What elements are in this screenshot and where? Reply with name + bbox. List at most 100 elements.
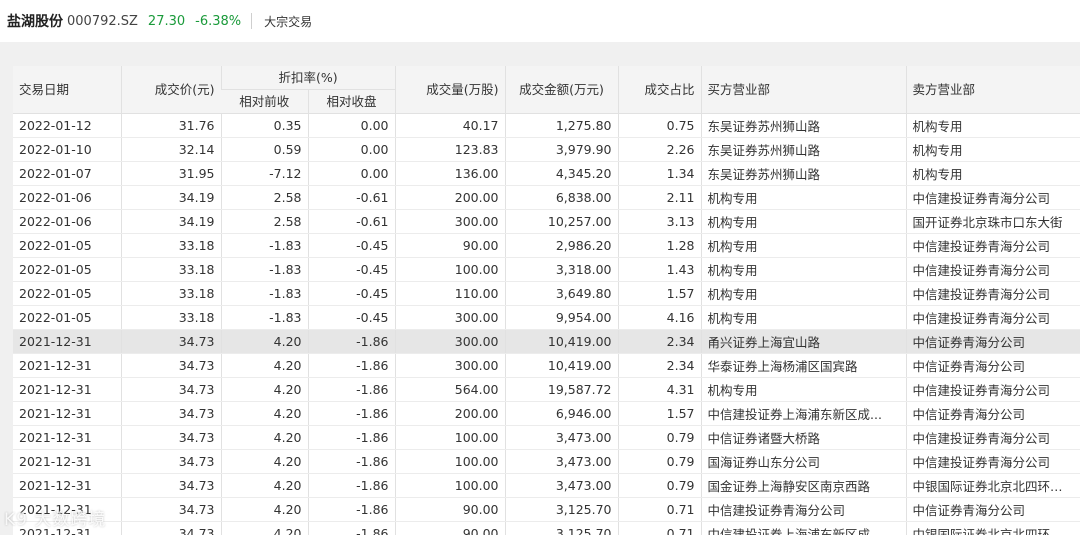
- cell-disc-prev: 4.20: [220, 353, 308, 378]
- cell-price: 34.73: [120, 401, 221, 426]
- table-row[interactable]: 2022-01-05 33.18 -1.83 -0.45 110.00 3,649.80 1…: [13, 281, 1080, 306]
- col-header-amount[interactable]: 成交金额(万元): [504, 66, 619, 114]
- cell-disc-prev: 4.20: [220, 329, 308, 354]
- cell-seller: 中银国际证券北京北四环西路: [905, 521, 1080, 535]
- table-row[interactable]: 2022-01-10 32.14 0.59 0.00 123.83 3,979.90 2.2…: [13, 137, 1080, 162]
- cell-price: 34.19: [120, 209, 221, 234]
- cell-price: 33.18: [120, 305, 221, 330]
- table-row[interactable]: 2021-12-31 34.73 4.20 -1.86 90.00 3,125.70 0.7…: [13, 521, 1080, 535]
- cell-disc-close: -1.86: [307, 497, 396, 522]
- cell-seller: 中银国际证券北京北四环西路: [905, 473, 1080, 498]
- watermark-logo: K9 大数跨境: [4, 510, 107, 530]
- cell-amount: 19,587.72: [504, 377, 619, 402]
- cell-buyer: 中信建投证券上海浦东新区成...: [700, 521, 907, 535]
- table-row[interactable]: 2022-01-07 31.95 -7.12 0.00 136.00 4,345.20 1.…: [13, 161, 1080, 186]
- col-header-ratio[interactable]: 成交占比: [617, 66, 702, 114]
- table-row[interactable]: 2021-12-31 34.73 4.20 -1.86 100.00 3,473.00 0.…: [13, 425, 1080, 450]
- cell-price: 34.73: [120, 473, 221, 498]
- cell-date: 2021-12-31: [13, 449, 121, 474]
- cell-disc-close: -1.86: [307, 473, 396, 498]
- cell-disc-prev: 0.59: [220, 137, 308, 162]
- cell-price: 34.73: [120, 497, 221, 522]
- cell-ratio: 0.71: [617, 497, 702, 522]
- cell-volume: 110.00: [394, 281, 506, 306]
- table-row[interactable]: 2022-01-05 33.18 -1.83 -0.45 300.00 9,954.00 4…: [13, 305, 1080, 330]
- cell-amount: 2,986.20: [504, 233, 619, 258]
- table-row[interactable]: 2022-01-12 31.76 0.35 0.00 40.17 1,275.80 0.75…: [13, 113, 1080, 138]
- cell-ratio: 1.34: [617, 161, 702, 186]
- cell-amount: 10,419.00: [504, 329, 619, 354]
- cell-price: 34.73: [120, 521, 221, 535]
- table-row[interactable]: 2021-12-31 34.73 4.20 -1.86 200.00 6,946.00 1.…: [13, 401, 1080, 426]
- table-row[interactable]: 2021-12-31 34.73 4.20 -1.86 564.00 19,587.72 4…: [13, 377, 1080, 402]
- table-row[interactable]: 2021-12-31 34.73 4.20 -1.86 300.00 10,419.00 2…: [13, 329, 1080, 354]
- cell-ratio: 0.79: [617, 425, 702, 450]
- col-header-buyer[interactable]: 买方营业部: [700, 66, 907, 114]
- cell-volume: 90.00: [394, 497, 506, 522]
- cell-price: 31.76: [120, 113, 221, 138]
- table-row[interactable]: 2021-12-31 34.73 4.20 -1.86 300.00 10,419.00 2…: [13, 353, 1080, 378]
- tab-block-trade[interactable]: 大宗交易: [264, 13, 312, 30]
- cell-volume: 90.00: [394, 521, 506, 535]
- cell-buyer: 机构专用: [700, 209, 907, 234]
- col-header-volume[interactable]: 成交量(万股): [394, 66, 506, 114]
- table-row[interactable]: 2021-12-31 34.73 4.20 -1.86 90.00 3,125.70 0.7…: [13, 497, 1080, 522]
- cell-seller: 中信证券青海分公司: [905, 401, 1080, 426]
- table-row[interactable]: 2022-01-06 34.19 2.58 -0.61 200.00 6,838.00 2.…: [13, 185, 1080, 210]
- cell-disc-close: -0.45: [307, 305, 396, 330]
- table-row[interactable]: 2022-01-05 33.18 -1.83 -0.45 100.00 3,318.00 1…: [13, 257, 1080, 282]
- cell-seller: 中信建投证券青海分公司: [905, 425, 1080, 450]
- cell-buyer: 机构专用: [700, 233, 907, 258]
- cell-buyer: 国金证券上海静安区南京西路: [700, 473, 907, 498]
- cell-amount: 3,125.70: [504, 521, 619, 535]
- cell-disc-close: -0.45: [307, 233, 396, 258]
- cell-date: 2021-12-31: [13, 377, 121, 402]
- table-row[interactable]: 2022-01-06 34.19 2.58 -0.61 300.00 10,257.00 3…: [13, 209, 1080, 234]
- col-header-date[interactable]: 交易日期: [13, 66, 121, 114]
- cell-disc-close: 0.00: [307, 137, 396, 162]
- cell-disc-close: 0.00: [307, 113, 396, 138]
- col-header-seller[interactable]: 卖方营业部: [905, 66, 1080, 114]
- cell-volume: 123.83: [394, 137, 506, 162]
- cell-disc-prev: 2.58: [220, 185, 308, 210]
- cell-ratio: 1.28: [617, 233, 702, 258]
- cell-price: 32.14: [120, 137, 221, 162]
- cell-disc-prev: 4.20: [220, 497, 308, 522]
- cell-volume: 90.00: [394, 233, 506, 258]
- cell-disc-prev: 0.35: [220, 113, 308, 138]
- cell-date: 2022-01-12: [13, 113, 121, 138]
- cell-disc-close: -0.61: [307, 185, 396, 210]
- col-header-discount: 折扣率(%): [220, 66, 396, 90]
- cell-disc-close: -1.86: [307, 377, 396, 402]
- table-row[interactable]: 2021-12-31 34.73 4.20 -1.86 100.00 3,473.00 0.…: [13, 449, 1080, 474]
- cell-date: 2022-01-05: [13, 281, 121, 306]
- cell-seller: 机构专用: [905, 161, 1080, 186]
- cell-disc-prev: 4.20: [220, 401, 308, 426]
- cell-buyer: 甬兴证券上海宜山路: [700, 329, 907, 354]
- cell-seller: 中信建投证券青海分公司: [905, 281, 1080, 306]
- col-header-disc-close[interactable]: 相对收盘: [307, 89, 396, 114]
- table-row[interactable]: 2021-12-31 34.73 4.20 -1.86 100.00 3,473.00 0.…: [13, 473, 1080, 498]
- cell-volume: 40.17: [394, 113, 506, 138]
- cell-volume: 200.00: [394, 185, 506, 210]
- cell-disc-prev: -1.83: [220, 281, 308, 306]
- cell-volume: 300.00: [394, 329, 506, 354]
- cell-buyer: 中信建投证券青海分公司: [700, 497, 907, 522]
- cell-price: 33.18: [120, 233, 221, 258]
- cell-ratio: 2.11: [617, 185, 702, 210]
- cell-ratio: 0.79: [617, 473, 702, 498]
- col-header-price[interactable]: 成交价(元): [120, 66, 221, 114]
- cell-ratio: 0.79: [617, 449, 702, 474]
- col-header-disc-prev[interactable]: 相对前收: [221, 89, 308, 114]
- stock-name: 盐湖股份: [7, 14, 63, 30]
- cell-amount: 10,419.00: [504, 353, 619, 378]
- cell-date: 2021-12-31: [13, 473, 121, 498]
- table-row[interactable]: 2022-01-05 33.18 -1.83 -0.45 90.00 2,986.20 1.…: [13, 233, 1080, 258]
- cell-ratio: 4.31: [617, 377, 702, 402]
- cell-disc-close: -0.61: [307, 209, 396, 234]
- cell-seller: 机构专用: [905, 137, 1080, 162]
- cell-date: 2021-12-31: [13, 329, 121, 354]
- cell-ratio: 2.34: [617, 329, 702, 354]
- cell-disc-prev: 4.20: [220, 425, 308, 450]
- cell-disc-close: -1.86: [307, 329, 396, 354]
